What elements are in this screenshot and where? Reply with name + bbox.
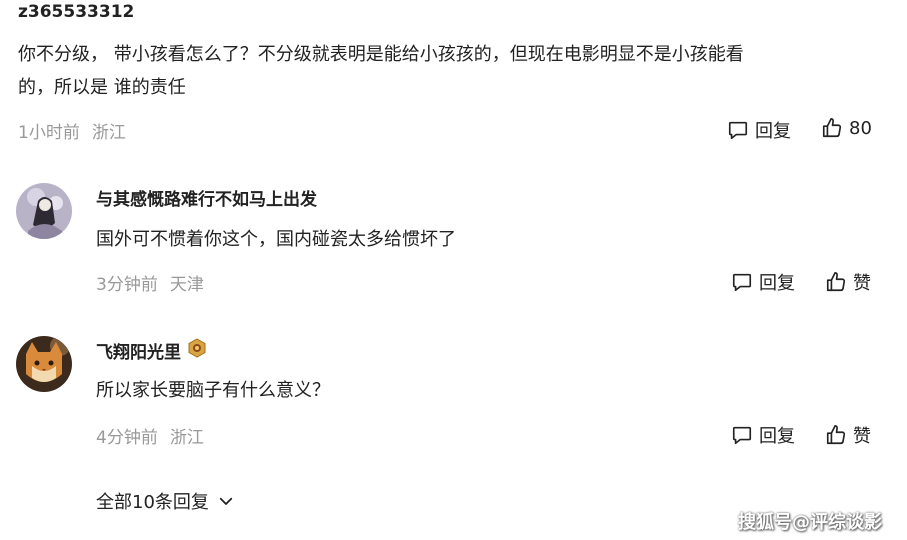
comment-username[interactable]: 飞翔阳光里 — [96, 338, 181, 363]
reply-label: 回复 — [759, 426, 795, 447]
level-badge-icon — [187, 338, 207, 363]
comment-content: 你不分级， 带小孩看怎么了？不分级就表明是能给小孩孩的，但现在电影明显不是小孩能… — [18, 38, 898, 104]
comment-username[interactable]: z365533312 — [18, 2, 134, 22]
comment-meta: 3分钟前 天津 — [96, 270, 204, 295]
comment-time: 3分钟前 — [96, 275, 158, 295]
comment-content-line: 的，所以是 谁的责任 — [18, 77, 186, 98]
like-count: 80 — [849, 117, 872, 139]
comment-location: 浙江 — [91, 123, 126, 143]
avatar[interactable] — [16, 336, 72, 392]
comment-content-line: 你不分级， 带小孩看怎么了？不分级就表明是能给小孩孩的，但现在电影明显不是小孩能… — [18, 44, 744, 65]
comment-username-row: 飞翔阳光里 — [96, 338, 207, 363]
comment-content: 国外可不惯着你这个，国内碰瓷太多给惯坏了 — [96, 229, 456, 250]
reply-label: 回复 — [759, 273, 795, 294]
comment-location: 天津 — [169, 275, 204, 295]
comment-bubble-icon — [728, 121, 748, 140]
avatar[interactable] — [16, 183, 72, 239]
chevron-down-icon — [219, 497, 233, 505]
thumbs-up-icon — [826, 272, 846, 292]
comment-location: 浙江 — [169, 428, 204, 448]
expand-replies-button[interactable]: 全部10条回复 — [96, 488, 235, 514]
reply-label: 回复 — [755, 121, 791, 142]
comment-bubble-icon — [732, 426, 752, 445]
thumbs-up-icon — [826, 425, 846, 445]
like-label: 赞 — [853, 273, 871, 294]
comment-time: 4分钟前 — [96, 428, 158, 448]
watermark: 搜狐号@评综谈影 — [738, 512, 882, 533]
comment-content: 所以家长要脑子有什么意义？ — [96, 380, 330, 401]
like-button[interactable]: 赞 — [825, 422, 871, 448]
reply-button[interactable]: 回复 — [731, 269, 795, 295]
like-button[interactable]: 80 — [821, 117, 872, 139]
comment-username[interactable]: 与其感慨路难行不如马上出发 — [96, 185, 317, 210]
like-label: 赞 — [853, 426, 871, 447]
like-button[interactable]: 赞 — [825, 269, 871, 295]
reply-button[interactable]: 回复 — [731, 422, 795, 448]
comment-meta: 1小时前 浙江 — [18, 118, 126, 143]
expand-replies-label: 全部10条回复 — [96, 492, 209, 513]
comment-bubble-icon — [732, 273, 752, 292]
comment-meta: 4分钟前 浙江 — [96, 423, 204, 448]
reply-button[interactable]: 回复 — [727, 117, 791, 143]
comment-time: 1小时前 — [18, 123, 80, 143]
thumbs-up-icon — [822, 118, 842, 138]
